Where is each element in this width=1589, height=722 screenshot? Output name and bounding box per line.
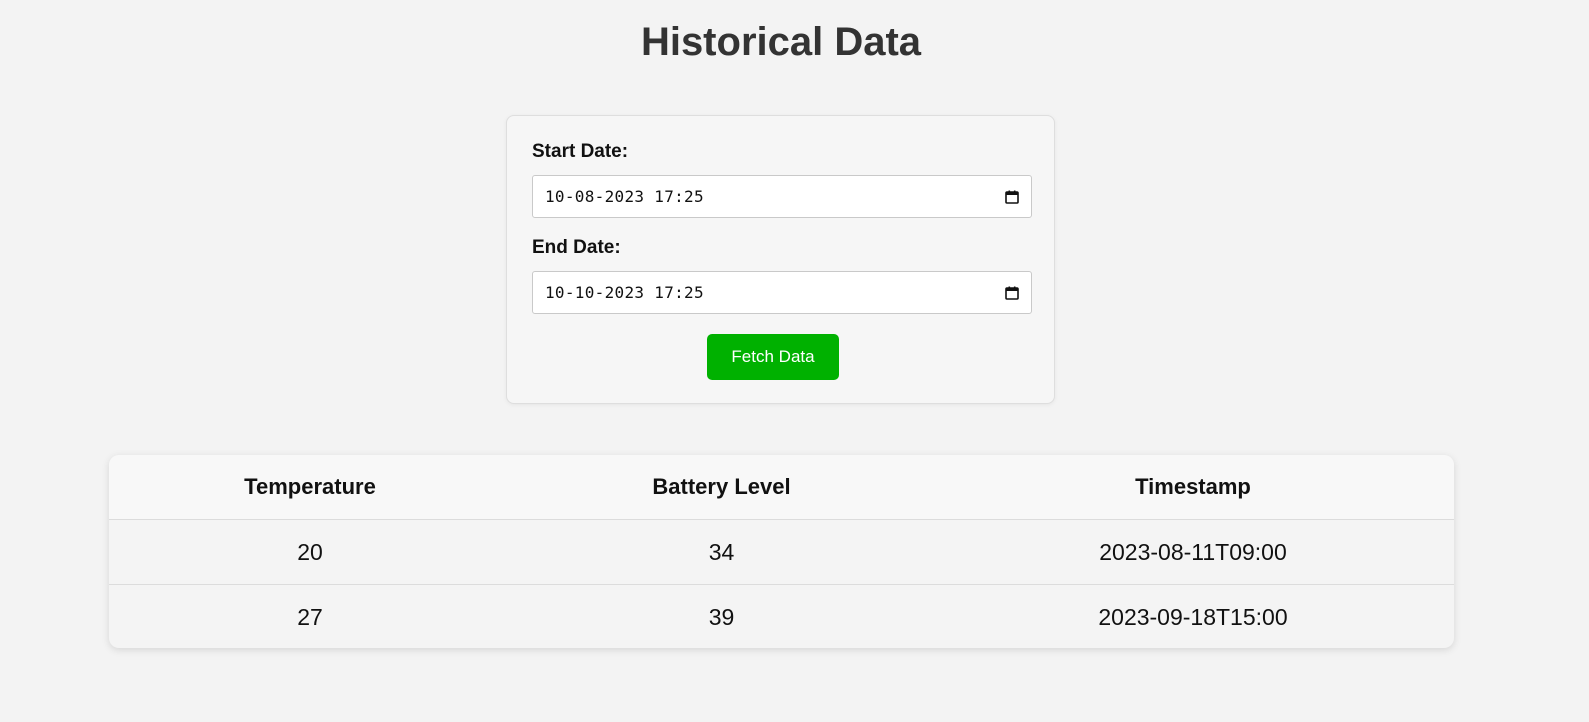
table-header-row: Temperature Battery Level Timestamp bbox=[109, 455, 1454, 520]
header-temperature: Temperature bbox=[109, 455, 511, 520]
end-date-value: 10-10-2023 17:25 bbox=[545, 283, 704, 302]
cell-timestamp: 2023-08-11T09:00 bbox=[1099, 538, 1287, 565]
cell-temperature: 27 bbox=[109, 584, 511, 648]
header-battery-level: Battery Level bbox=[511, 455, 932, 520]
end-date-label: End Date: bbox=[532, 237, 621, 258]
page-title: Historical Data bbox=[640, 20, 922, 64]
cell-battery-level: 39 bbox=[511, 584, 932, 648]
cell-temperature: 20 bbox=[297, 538, 323, 565]
calendar-icon[interactable] bbox=[1005, 286, 1019, 300]
calendar-icon[interactable] bbox=[1005, 190, 1019, 204]
date-range-form: Start Date: 10-08-2023 17:25 End Date: 1… bbox=[506, 115, 1055, 404]
cell-timestamp: 2023-09-18T15:00 bbox=[932, 584, 1454, 648]
header-timestamp: Timestamp bbox=[932, 455, 1454, 520]
start-date-label: Start Date: bbox=[532, 141, 629, 162]
cell-battery-level: 34 bbox=[708, 538, 735, 565]
start-date-value: 10-08-2023 17:25 bbox=[545, 187, 704, 206]
end-date-input[interactable]: 10-10-2023 17:25 bbox=[532, 271, 1032, 314]
start-date-input[interactable]: 10-08-2023 17:25 bbox=[532, 175, 1032, 218]
table-row: 27 39 2023-09-18T15:00 bbox=[109, 584, 1454, 648]
fetch-data-button[interactable]: Fetch Data bbox=[707, 334, 839, 380]
table-row: 20 34 2023-08-11T09:00 bbox=[109, 520, 1454, 585]
data-table: Temperature Battery Level Timestamp 20 3… bbox=[109, 455, 1454, 648]
